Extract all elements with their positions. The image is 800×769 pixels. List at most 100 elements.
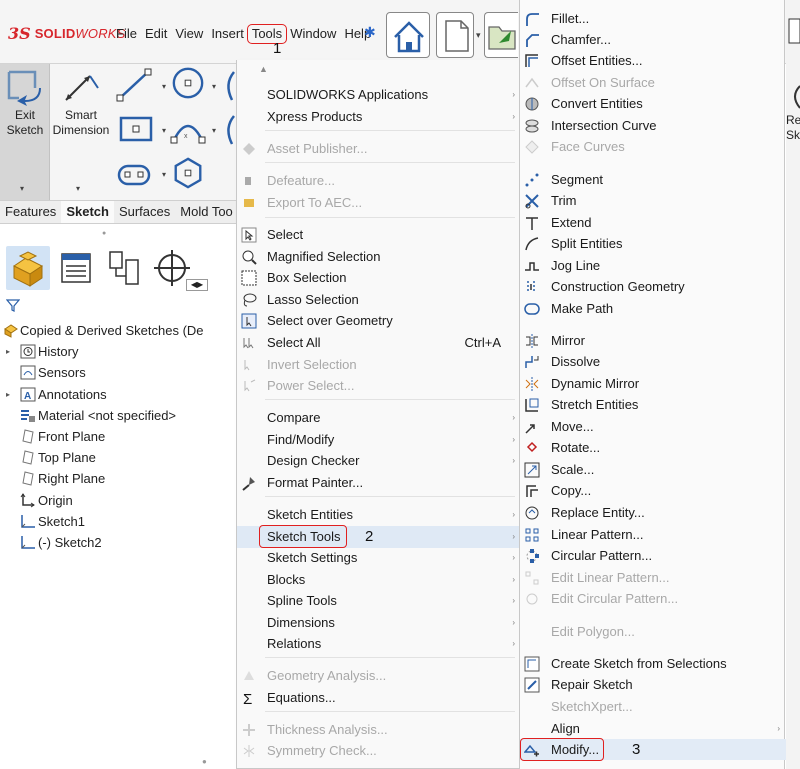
menu-item-sketch-tools[interactable]: Sketch Tools › 2: [237, 525, 521, 548]
tree-item-top-plane[interactable]: Top Plane: [0, 447, 236, 468]
feature-tree-tab[interactable]: [6, 246, 50, 290]
menu-item-box-selection[interactable]: Box Selection: [237, 267, 521, 289]
menu-view[interactable]: View: [171, 25, 207, 43]
slot-caret[interactable]: ▾: [162, 170, 166, 179]
rectangle-icon[interactable]: [118, 112, 154, 146]
submenu-item-convert-entities[interactable]: Convert Entities: [520, 93, 786, 114]
menu-scroll-up-icon[interactable]: ▲: [259, 64, 268, 74]
toolbar-icon[interactable]: [788, 18, 800, 44]
menu-item-select-over-geometry[interactable]: Select over Geometry: [237, 310, 521, 332]
menu-item-xpress-products[interactable]: Xpress Products ›: [237, 106, 521, 128]
spline-icon[interactable]: [222, 112, 236, 146]
property-manager-tab[interactable]: [54, 246, 98, 290]
new-dropdown-caret[interactable]: ▾: [476, 30, 481, 41]
submenu-item-offset-entities[interactable]: Offset Entities...: [520, 50, 786, 71]
menu-item-select[interactable]: Select: [237, 224, 521, 246]
submenu-item-chamfer[interactable]: Chamfer...: [520, 29, 786, 50]
submenu-item-repair-sketch[interactable]: Repair Sketch: [520, 674, 786, 695]
toolbar-icon[interactable]: [788, 84, 800, 110]
tree-item-annotations[interactable]: ▸ A Annotations: [0, 384, 236, 405]
submenu-item-jog-line[interactable]: Jog Line: [520, 255, 786, 276]
tree-item-material-not-specified[interactable]: Material <not specified>: [0, 405, 236, 426]
submenu-item-dynamic-mirror[interactable]: Dynamic Mirror: [520, 373, 786, 394]
tree-item-history[interactable]: ▸ History: [0, 341, 236, 362]
submenu-item-segment[interactable]: Segment: [520, 169, 786, 190]
submenu-item-move[interactable]: Move...: [520, 416, 786, 437]
submenu-item-modify[interactable]: Modify... 3: [520, 738, 786, 761]
submenu-item-fillet[interactable]: Fillet...: [520, 8, 786, 29]
menu-item-lasso-selection[interactable]: Lasso Selection: [237, 289, 521, 311]
home-button[interactable]: [386, 12, 430, 58]
expand-arrow-icon[interactable]: ▸: [6, 341, 10, 362]
menu-edit[interactable]: Edit: [141, 25, 171, 43]
submenu-item-construction-geometry[interactable]: Construction Geometry: [520, 276, 786, 297]
tree-item-origin[interactable]: Origin: [0, 490, 236, 511]
menu-item-compare[interactable]: Compare ›: [237, 407, 521, 429]
menu-item-dimensions[interactable]: Dimensions ›: [237, 612, 521, 634]
submenu-item-align[interactable]: Align ›: [520, 718, 786, 739]
solidworks-logo[interactable]: 3S SOLIDWORKS: [8, 24, 126, 43]
tree-item-sensors[interactable]: Sensors: [0, 362, 236, 383]
new-document-button[interactable]: [436, 12, 474, 58]
menu-window[interactable]: Window: [286, 25, 340, 43]
tab-surfaces[interactable]: Surfaces: [114, 201, 175, 223]
line-icon[interactable]: [116, 68, 152, 102]
expand-arrow-icon[interactable]: ▸: [6, 384, 10, 405]
submenu-item-split-entities[interactable]: Split Entities: [520, 233, 786, 254]
slot-icon[interactable]: [116, 158, 152, 192]
submenu-item-linear-pattern[interactable]: Linear Pattern...: [520, 524, 786, 545]
tree-item-sketch1[interactable]: Sketch1: [0, 511, 236, 532]
circle-caret[interactable]: ▾: [212, 82, 216, 91]
configuration-manager-tab[interactable]: [102, 246, 146, 290]
polygon-icon[interactable]: [170, 156, 206, 190]
submenu-item-circular-pattern[interactable]: Circular Pattern...: [520, 545, 786, 566]
panel-splitter-handle[interactable]: ●: [202, 757, 207, 766]
arc-icon[interactable]: [222, 68, 236, 102]
tab-mold-too[interactable]: Mold Too: [175, 201, 238, 223]
menu-item-sketch-settings[interactable]: Sketch Settings ›: [237, 547, 521, 569]
rectangle-caret[interactable]: ▾: [162, 126, 166, 135]
menu-item-design-checker[interactable]: Design Checker ›: [237, 450, 521, 472]
submenu-item-trim[interactable]: Trim: [520, 190, 786, 211]
submenu-item-intersection-curve[interactable]: Intersection Curve: [520, 115, 786, 136]
submenu-item-rotate[interactable]: Rotate...: [520, 437, 786, 458]
tab-features[interactable]: Features: [0, 201, 61, 223]
circle-icon[interactable]: [170, 66, 206, 100]
menu-item-solidworks-applications[interactable]: SOLIDWORKS Applications ›: [237, 84, 521, 106]
tab-sketch[interactable]: Sketch: [61, 201, 114, 223]
tree-root[interactable]: Copied & Derived Sketches (De: [0, 320, 236, 341]
menu-item-relations[interactable]: Relations ›: [237, 633, 521, 655]
submenu-item-stretch-entities[interactable]: Stretch Entities: [520, 394, 786, 415]
open-button[interactable]: [484, 12, 518, 58]
submenu-item-mirror[interactable]: Mirror: [520, 330, 786, 351]
arc-caret[interactable]: ▾: [212, 126, 216, 135]
filter-icon[interactable]: [6, 298, 20, 312]
smart-dimension-icon[interactable]: [60, 70, 102, 106]
menu-item-format-painter[interactable]: Format Painter...: [237, 472, 521, 494]
menu-item-equations[interactable]: Σ Equations...: [237, 687, 521, 709]
submenu-item-extend[interactable]: Extend: [520, 212, 786, 233]
menu-item-spline-tools[interactable]: Spline Tools ›: [237, 590, 521, 612]
tree-item-right-plane[interactable]: Right Plane: [0, 468, 236, 489]
menu-file[interactable]: File: [112, 25, 141, 43]
menu-item-find-modify[interactable]: Find/Modify ›: [237, 429, 521, 451]
submenu-item-scale[interactable]: Scale...: [520, 459, 786, 480]
arc-three-point-icon[interactable]: x: [170, 112, 206, 146]
submenu-item-copy[interactable]: Copy...: [520, 480, 786, 501]
exit-sketch-caret[interactable]: ▾: [20, 184, 24, 193]
tree-item-front-plane[interactable]: Front Plane: [0, 426, 236, 447]
submenu-item-make-path[interactable]: Make Path: [520, 298, 786, 319]
pin-icon[interactable]: ✱: [364, 24, 376, 41]
tab-scroll-arrows[interactable]: ◀▶: [186, 279, 208, 291]
submenu-item-create-sketch-from-selections[interactable]: Create Sketch from Selections: [520, 653, 786, 674]
line-caret[interactable]: ▾: [162, 82, 166, 91]
submenu-item-dissolve[interactable]: Dissolve: [520, 351, 786, 372]
menu-item-blocks[interactable]: Blocks ›: [237, 569, 521, 591]
smart-dimension-caret[interactable]: ▾: [76, 184, 80, 193]
menu-item-magnified-selection[interactable]: Magnified Selection: [237, 246, 521, 268]
menu-item-sketch-entities[interactable]: Sketch Entities ›: [237, 504, 521, 526]
exit-sketch-button[interactable]: Exit Sketch ▾: [0, 64, 50, 200]
submenu-item-replace-entity[interactable]: Replace Entity...: [520, 502, 786, 523]
menu-insert[interactable]: Insert: [207, 25, 248, 43]
panel-grip-icon[interactable]: ●: [102, 230, 106, 237]
